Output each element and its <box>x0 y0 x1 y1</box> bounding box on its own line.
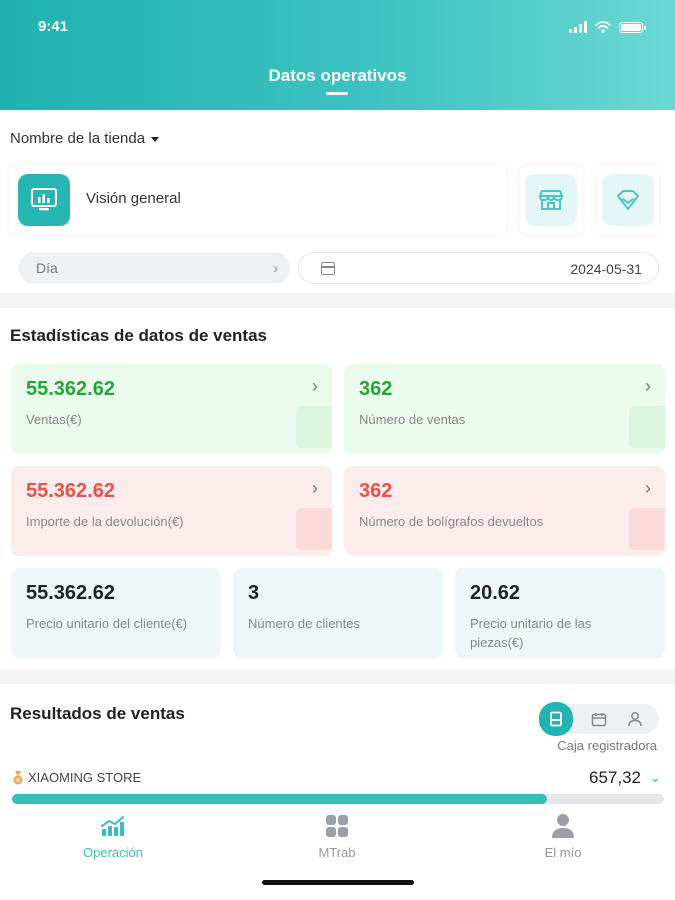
chevron-right-icon: › <box>645 376 651 396</box>
stat-label: Número de bolígrafos devueltos <box>359 514 544 529</box>
store-result-row: XIAOMING STORE <box>12 770 141 785</box>
stat-value: 55.362.62 <box>26 582 115 604</box>
toggle-caption: Caja registradora <box>557 738 657 753</box>
stat-label: Precio unitario del cliente(€) <box>26 616 188 631</box>
sales-stats-panel: Estadísticas de datos de ventas 55.362.6… <box>0 308 675 670</box>
sales-results-panel: Resultados de ventas Caja registradora X… <box>0 684 675 809</box>
app-header: 9:41 Datos operativos <box>0 0 675 110</box>
stat-value: 55.362.62 <box>26 378 115 400</box>
chevron-right-icon: › <box>312 376 318 396</box>
date-selector[interactable]: 2024-05-31 <box>298 252 659 284</box>
stat-label: Precio unitario de las piezas(€) <box>470 616 592 650</box>
period-selector[interactable]: Día › <box>18 252 290 284</box>
period-label: Día <box>36 260 58 276</box>
store-button[interactable] <box>520 166 582 234</box>
store-progress-track <box>12 794 664 804</box>
stat-card-customer-unit-price: 55.362.62 Precio unitario del cliente(€) <box>11 568 221 658</box>
stat-label: Ventas(€) <box>26 412 82 427</box>
chevron-down-icon[interactable]: ⌄ <box>649 769 661 786</box>
home-indicator <box>262 880 414 885</box>
tab-el-mio[interactable]: El mío <box>503 813 623 860</box>
title-indicator <box>326 92 348 95</box>
status-bar: 9:41 <box>0 18 675 38</box>
cash-register-tab[interactable] <box>539 702 573 736</box>
stat-card-refund-amount[interactable]: 55.362.62 Importe de la devolución(€) › <box>11 466 332 556</box>
status-icons <box>569 21 646 33</box>
date-value: 2024-05-31 <box>570 261 642 277</box>
tab-label: Operación <box>83 845 143 860</box>
stat-label: Número de clientes <box>248 616 360 631</box>
tab-mtrab[interactable]: MTrab <box>277 813 397 860</box>
stat-card-customers: 3 Número de clientes <box>233 568 443 658</box>
store-progress-fill <box>12 794 547 804</box>
stat-value: 362 <box>359 378 393 400</box>
store-selector[interactable]: Nombre de la tienda <box>10 130 160 147</box>
stat-value: 55.362.62 <box>26 480 115 502</box>
bottom-tab-bar: Operación MTrab El mío <box>0 805 675 900</box>
chevron-right-icon: › <box>312 478 318 498</box>
receipt-deco-icon <box>629 406 665 448</box>
overview-card[interactable]: Visión general <box>10 166 506 234</box>
stat-card-returned-count[interactable]: 362 Número de bolígrafos devueltos › <box>344 466 665 556</box>
storefront-icon <box>525 174 577 226</box>
overview-label: Visión general <box>86 190 181 207</box>
calendar-icon <box>321 262 335 275</box>
monitor-chart-icon <box>18 174 70 226</box>
sales-stats-title: Estadísticas de datos de ventas <box>10 326 267 345</box>
status-time: 9:41 <box>38 18 69 35</box>
chevron-right-icon: › <box>273 260 278 276</box>
wifi-icon <box>595 21 611 33</box>
store-result-name: XIAOMING STORE <box>28 770 142 785</box>
stat-label: Número de ventas <box>359 412 466 427</box>
battery-icon <box>619 22 646 33</box>
tab-label: MTrab <box>318 845 356 860</box>
return-deco-icon <box>629 508 665 550</box>
stat-value: 3 <box>248 582 260 604</box>
cash-register-icon <box>550 711 562 727</box>
stat-label: Importe de la devolución(€) <box>26 514 184 529</box>
chevron-right-icon: › <box>645 478 651 498</box>
caret-down-icon <box>151 137 160 142</box>
store-result-value: 657,32 <box>589 768 641 787</box>
signal-icon <box>569 21 587 33</box>
grid-apps-icon <box>323 813 351 839</box>
diamond-icon <box>602 174 654 226</box>
medal-icon <box>13 770 23 784</box>
refund-deco-icon <box>296 508 332 550</box>
person-icon <box>628 712 642 727</box>
user-profile-icon <box>549 813 577 839</box>
store-name-label: Nombre de la tienda <box>10 130 146 147</box>
money-deco-icon <box>296 406 332 448</box>
stat-value: 362 <box>359 480 393 502</box>
stat-card-piece-unit-price: 20.62 Precio unitario de las piezas(€) <box>455 568 665 658</box>
page-title: Datos operativos <box>268 66 407 85</box>
store-panel: Nombre de la tienda Visión general Día ›… <box>0 110 675 293</box>
tab-operacion[interactable]: Operación <box>53 813 173 860</box>
calendar-icon <box>591 712 607 726</box>
sales-results-title: Resultados de ventas <box>10 704 185 723</box>
vip-button[interactable] <box>597 166 659 234</box>
tab-label: El mío <box>544 845 582 860</box>
person-tab[interactable] <box>619 704 651 734</box>
results-view-toggle <box>539 702 659 736</box>
stat-value: 20.62 <box>470 582 521 604</box>
stat-card-sales[interactable]: 55.362.62 Ventas(€) › <box>11 364 332 454</box>
stat-card-sales-count[interactable]: 362 Número de ventas › <box>344 364 665 454</box>
calendar-tab[interactable] <box>583 704 615 734</box>
growth-chart-icon <box>99 813 127 839</box>
